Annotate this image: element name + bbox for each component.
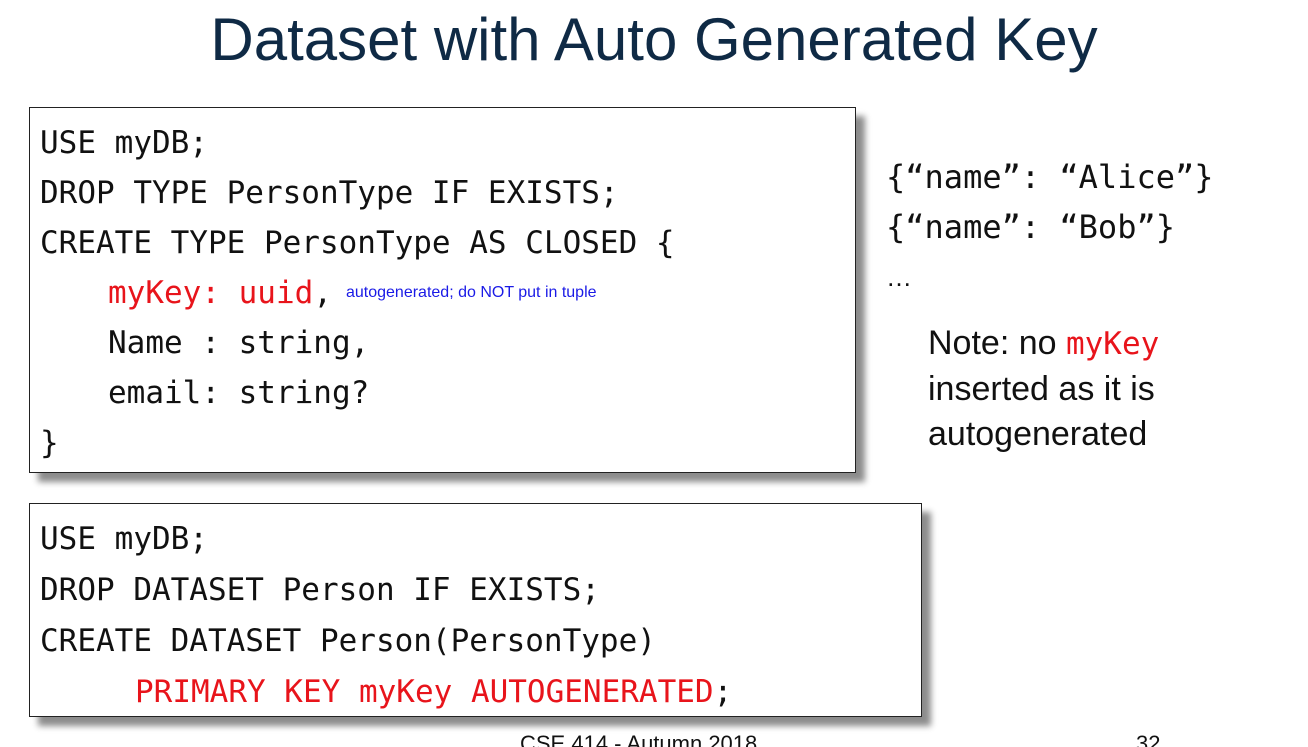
ellipsis: … [886, 262, 912, 292]
note-keyword: myKey [1065, 326, 1160, 362]
code-line: } [40, 425, 59, 461]
code-line: DROP TYPE PersonType IF EXISTS; [40, 175, 619, 211]
json-example-bob: {“name”: “Bob”} [886, 208, 1175, 246]
code-line: Name : string, [108, 325, 370, 361]
code-line: DROP DATASET Person IF EXISTS; [40, 572, 600, 608]
code-line: email: string? [108, 375, 370, 411]
key-comma: , [313, 275, 332, 311]
key-annotation: autogenerated; do NOT put in tuple [345, 284, 597, 301]
statement-terminator: ; [713, 674, 733, 710]
footer-course: CSE 414 - Autumn 2018 [520, 731, 758, 747]
page-number: 32 [1136, 731, 1161, 747]
json-examples: {“name”: “Alice”} {“name”: “Bob”} [886, 152, 1214, 252]
key-field-line: myKey: uuid, autogenerated; do NOT put in… [40, 268, 855, 318]
code-line: USE myDB; [40, 521, 208, 557]
note-text: Note: no myKey inserted as it is autogen… [928, 321, 1159, 457]
create-dataset-code-box: USE myDB; DROP DATASET Person IF EXISTS;… [29, 503, 922, 717]
code-line: USE myDB; [40, 125, 208, 161]
primary-key-line: PRIMARY KEY myKey AUTOGENERATED; [40, 667, 921, 718]
primary-key-clause: PRIMARY KEY myKey AUTOGENERATED [135, 674, 714, 710]
json-example-alice: {“name”: “Alice”} [886, 158, 1214, 196]
slide-title: Dataset with Auto Generated Key [210, 6, 1098, 73]
code-line: CREATE TYPE PersonType AS CLOSED { [40, 225, 675, 261]
note-line-1: Note: no myKey [928, 321, 1159, 367]
slide-footer: CSE 414 - Autumn 2018 32 [0, 728, 1308, 747]
note-line-2: inserted as it is [928, 370, 1155, 408]
code-line: CREATE DATASET Person(PersonType) [40, 623, 656, 659]
create-type-code-box: USE myDB; DROP TYPE PersonType IF EXISTS… [29, 107, 856, 473]
note-line-3: autogenerated [928, 415, 1148, 453]
key-field: myKey: uuid [108, 275, 314, 311]
note-prefix: Note: no [928, 324, 1066, 362]
